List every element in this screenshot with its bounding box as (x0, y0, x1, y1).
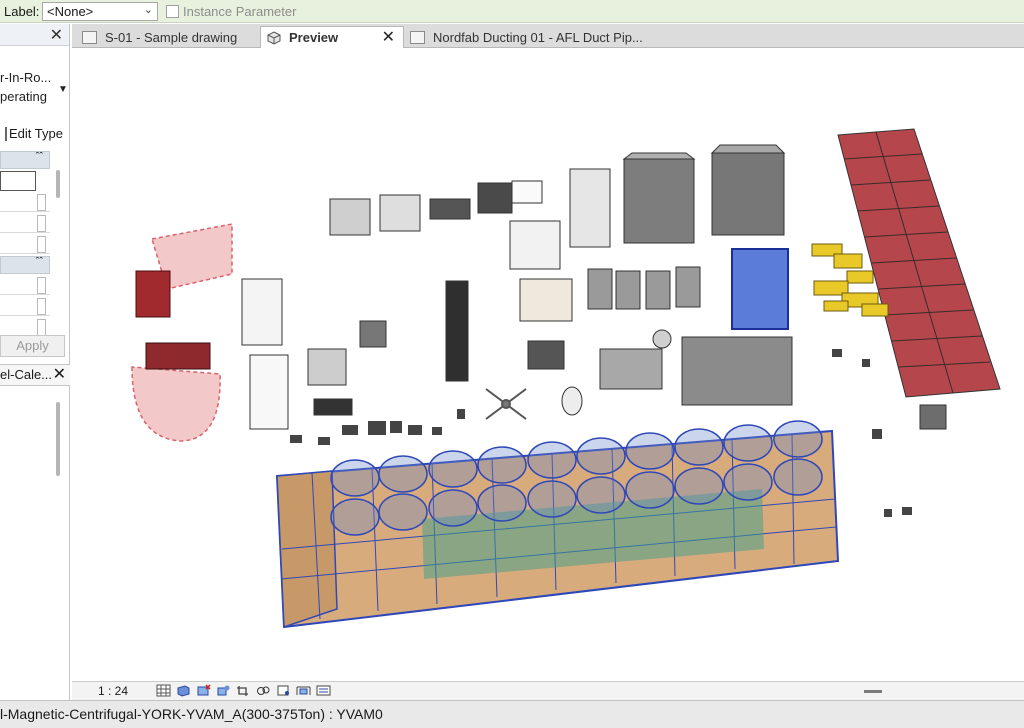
instance-parameter-checkbox[interactable] (166, 4, 179, 18)
properties-panel-header: ✕ (0, 24, 69, 46)
tab-preview[interactable]: Preview ✕ (260, 26, 404, 48)
reveal-hidden-icon[interactable] (296, 684, 311, 697)
chevron-down-icon: ⌄ (143, 3, 153, 16)
crop-view-icon[interactable] (236, 684, 251, 697)
tab-nordfab-ducting[interactable]: Nordfab Ducting 01 - AFL Duct Pip... (404, 26, 704, 48)
minimize-icon[interactable] (864, 690, 882, 693)
close-icon[interactable]: ✕ (382, 27, 395, 47)
properties-panel: ✕ r-In-Ro... perating ▼ Edit Type ˆˆ ˆˆ … (0, 24, 70, 700)
show-crop-icon[interactable] (256, 684, 271, 697)
edit-type-icon (0, 126, 7, 141)
worksharing-icon[interactable] (316, 684, 331, 697)
visual-style-icon[interactable] (176, 684, 191, 697)
dropdown-arrow-icon[interactable]: ▼ (58, 80, 68, 99)
status-bar: l-Magnetic-Centrifugal-YORK-YVAM_A(300-3… (0, 700, 1024, 728)
view-tab-strip: S-01 - Sample drawing Preview ✕ Nordfab … (72, 24, 1024, 48)
collapse-icon[interactable]: ˆˆ (36, 151, 43, 163)
red-air-terminals[interactable] (131, 223, 233, 442)
property-checkbox[interactable] (37, 298, 46, 315)
ceiling-fan[interactable] (485, 388, 527, 420)
collapse-icon[interactable]: ˆˆ (36, 256, 43, 268)
status-text: l-Magnetic-Centrifugal-YORK-YVAM_A(300-3… (0, 706, 383, 722)
label-caption: Label: (4, 3, 40, 19)
type-selector-line1: r-In-Ro... (0, 70, 52, 85)
sun-path-icon[interactable] (196, 684, 211, 697)
edit-type-button[interactable]: Edit Type (0, 126, 63, 141)
property-group-header[interactable]: ˆˆ (0, 151, 50, 169)
type-selector[interactable]: r-In-Ro... perating ▼ (0, 68, 68, 106)
property-group-header[interactable]: ˆˆ (0, 256, 50, 274)
temporary-hide-icon[interactable] (276, 684, 291, 697)
property-checkbox[interactable] (37, 277, 46, 294)
browser-scrollbar[interactable] (56, 402, 60, 476)
cube-icon (267, 30, 281, 45)
instance-parameter-label: Instance Parameter (183, 3, 297, 19)
shadows-icon[interactable] (216, 684, 231, 697)
tab-label: Preview (289, 30, 339, 45)
selected-panel[interactable] (731, 248, 789, 330)
label-dropdown[interactable]: <None> ⌄ (42, 1, 158, 21)
property-checkbox[interactable] (37, 236, 46, 253)
property-row[interactable] (0, 171, 36, 191)
tab-label: S-01 - Sample drawing (105, 29, 238, 45)
tab-sample-drawing[interactable]: S-01 - Sample drawing (76, 26, 260, 48)
property-checkbox[interactable] (37, 319, 46, 336)
view-control-bar: 1 : 24 (72, 681, 1024, 700)
edit-type-label: Edit Type (9, 126, 63, 141)
detail-level-icon[interactable] (156, 684, 171, 697)
document-icon (410, 30, 425, 44)
model-viewport[interactable] (72, 49, 1024, 681)
property-checkbox[interactable] (37, 215, 46, 232)
model-canvas[interactable] (72, 49, 1024, 681)
tab-label: Nordfab Ducting 01 - AFL Duct Pip... (433, 29, 643, 45)
view-scale[interactable]: 1 : 24 (98, 684, 128, 698)
document-icon (82, 30, 97, 44)
close-icon[interactable]: ✕ (53, 365, 66, 385)
property-checkbox[interactable] (37, 194, 46, 211)
project-browser-header: el-Cale... ✕ (0, 364, 70, 386)
type-selector-line2: perating (0, 89, 47, 104)
apply-button[interactable]: Apply (0, 335, 65, 357)
properties-scrollbar[interactable] (56, 170, 60, 198)
label-dropdown-value: <None> (47, 3, 94, 19)
project-browser-title: el-Cale... (0, 367, 53, 382)
options-bar: Label: <None> ⌄ Instance Parameter (0, 0, 1024, 23)
close-icon[interactable]: ✕ (50, 25, 63, 45)
